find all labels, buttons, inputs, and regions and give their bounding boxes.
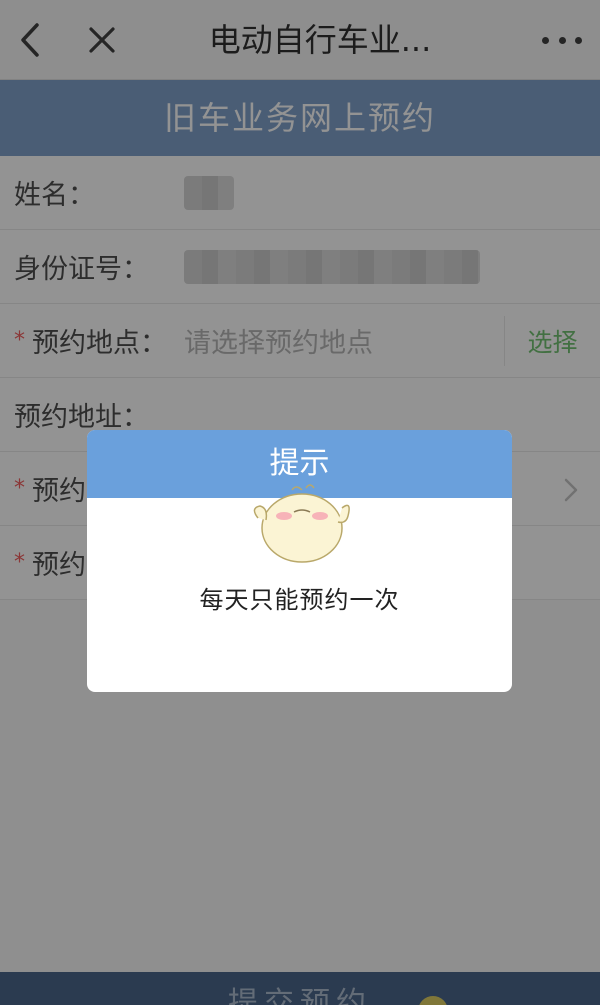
- mascot-sticker-icon: [253, 484, 350, 563]
- dialog-message: 每天只能预约一次: [199, 586, 400, 614]
